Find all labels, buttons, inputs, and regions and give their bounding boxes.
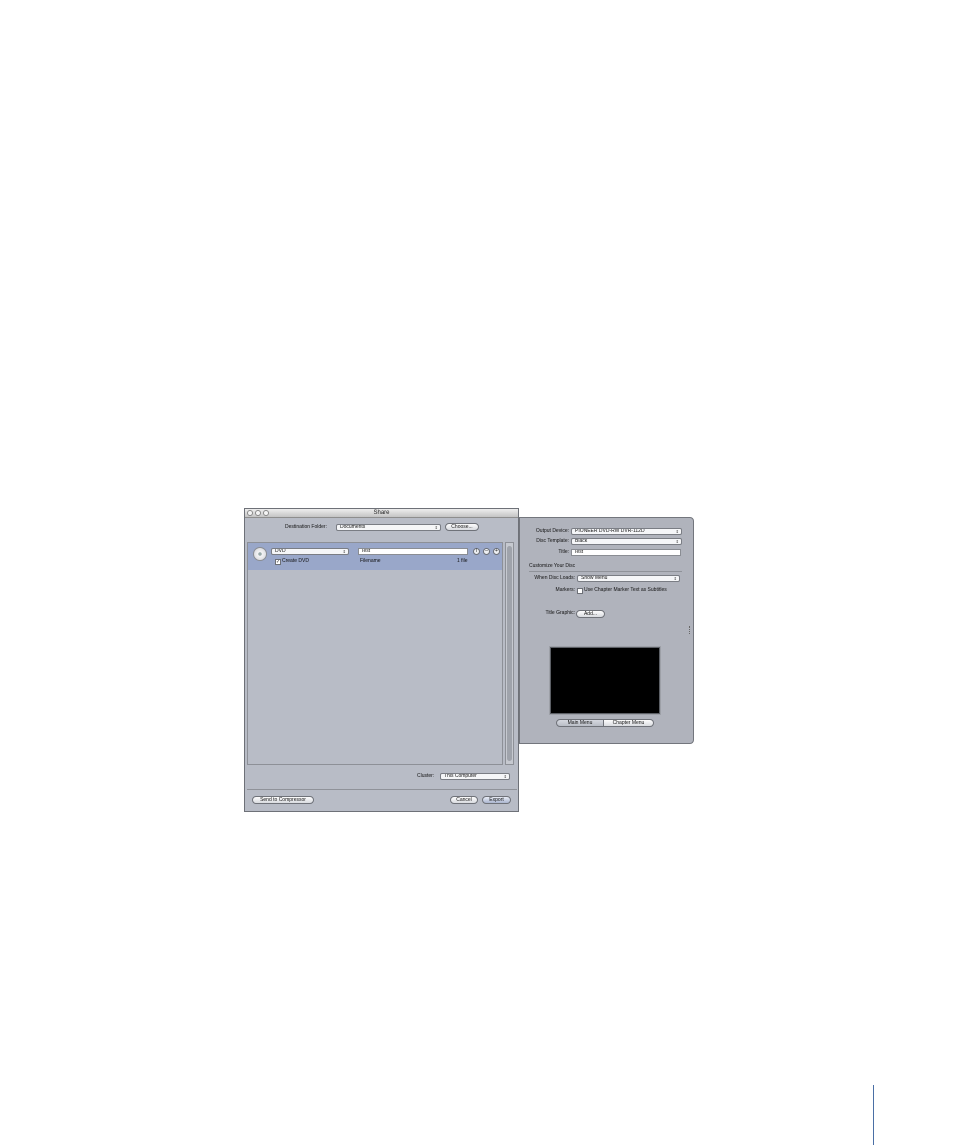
disc-title-field[interactable]: Test <box>571 549 681 556</box>
cluster-popup[interactable]: This Computer ⇕ <box>440 773 510 780</box>
tab-main-menu[interactable]: Main Menu <box>556 719 604 727</box>
chevron-updown-icon: ⇕ <box>675 539 679 544</box>
export-button[interactable]: Export <box>482 796 511 804</box>
file-count: 1 file <box>457 558 468 564</box>
chevron-updown-icon: ⇕ <box>342 549 346 554</box>
destination-folder-value: Documents <box>340 524 366 530</box>
output-type-value: DVD <box>275 548 286 554</box>
batch-row[interactable]: DVD ⇕ Test i – + ✓ Create DVD Filename 1… <box>248 543 502 570</box>
destination-folder-label: Destination Folder: <box>285 524 327 530</box>
chapter-marker-subtitles-checkbox[interactable] <box>577 588 583 594</box>
share-window: Share Destination Folder: Documents ⇕ Ch… <box>244 508 519 812</box>
info-button[interactable]: i <box>473 548 480 555</box>
chevron-updown-icon: ⇕ <box>434 525 438 530</box>
when-disc-loads-value: Show Menu <box>581 575 608 581</box>
create-dvd-checkbox[interactable]: ✓ <box>275 559 281 565</box>
remove-output-button[interactable]: – <box>483 548 490 555</box>
cluster-label: Cluster: <box>417 773 435 779</box>
window-title: Share <box>373 510 390 516</box>
cluster-value: This Computer <box>444 773 477 779</box>
dvd-disc-icon <box>253 547 267 561</box>
disc-template-label: Disc Template: <box>536 538 569 544</box>
create-dvd-label: Create DVD <box>282 558 309 564</box>
cancel-button[interactable]: Cancel <box>450 796 478 804</box>
customize-heading: Customize Your Disc <box>529 563 576 569</box>
tab-chapter-menu[interactable]: Chapter Menu <box>604 719 654 727</box>
drawer-resize-handle[interactable] <box>689 626 691 634</box>
disc-template-value: Black <box>575 538 588 544</box>
batch-list[interactable]: DVD ⇕ Test i – + ✓ Create DVD Filename 1… <box>247 542 503 765</box>
title-graphic-label: Title Graphic: <box>545 610 575 616</box>
title-bar[interactable]: Share <box>245 509 518 518</box>
title-label: Title: <box>558 549 569 555</box>
add-output-button[interactable]: + <box>493 548 500 555</box>
send-to-compressor-button[interactable]: Send to Compressor <box>252 796 314 804</box>
list-scrollbar[interactable] <box>505 542 514 765</box>
output-name-field[interactable]: Test <box>358 548 468 555</box>
menu-preview <box>550 647 660 714</box>
when-disc-loads-popup[interactable]: Show Menu ⇕ <box>577 575 680 582</box>
output-device-value: PIONEER DVD-RW DVR-112D <box>575 528 645 534</box>
chevron-updown-icon: ⇕ <box>673 576 677 581</box>
chevron-updown-icon: ⇕ <box>503 774 507 779</box>
output-type-popup[interactable]: DVD ⇕ <box>271 548 349 555</box>
disc-template-popup[interactable]: Black ⇕ <box>571 538 682 545</box>
divider <box>529 571 682 572</box>
dvd-settings-drawer: Output Device: PIONEER DVD-RW DVR-112D ⇕… <box>519 517 694 744</box>
output-device-label: Output Device: <box>535 528 569 534</box>
page-margin-rule <box>873 1085 874 1145</box>
chevron-updown-icon: ⇕ <box>675 529 679 534</box>
add-title-graphic-button[interactable]: Add... <box>576 610 605 618</box>
output-device-popup[interactable]: PIONEER DVD-RW DVR-112D ⇕ <box>571 528 682 535</box>
destination-folder-popup[interactable]: Documents ⇕ <box>336 524 441 531</box>
filename-label: Filename <box>360 558 381 564</box>
divider <box>247 789 517 790</box>
choose-button[interactable]: Choose... <box>445 523 479 531</box>
when-disc-loads-label: When Disc Loads: <box>534 575 575 581</box>
markers-label: Markers: <box>555 587 575 593</box>
scrollbar-thumb[interactable] <box>507 546 512 761</box>
chapter-marker-subtitles-label: Use Chapter Marker Text as Subtitles <box>584 587 667 593</box>
